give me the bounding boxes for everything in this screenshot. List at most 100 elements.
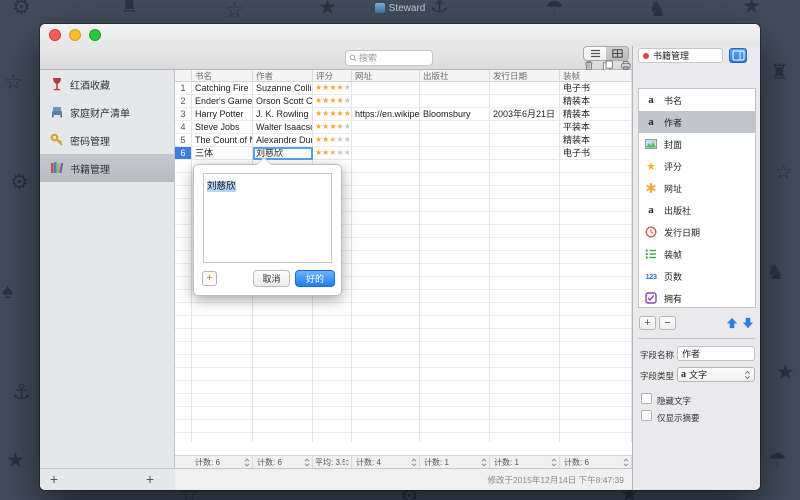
table-row[interactable]: 3 Harry Potter J. K. Rowling ★★★★★ https…: [175, 108, 632, 121]
close-button[interactable]: [49, 29, 61, 41]
cell-author[interactable]: Walter Isaacson: [253, 121, 313, 134]
cell-title[interactable]: Harry Potter: [192, 108, 253, 121]
search-input[interactable]: [359, 53, 429, 63]
cell-publisher[interactable]: Bloomsbury: [420, 108, 490, 121]
summary-stepper-icon[interactable]: [481, 458, 487, 467]
cell-binding[interactable]: 精装本: [560, 95, 632, 108]
cell-rating[interactable]: ★★★★★: [313, 95, 352, 108]
table-row-selected[interactable]: 6 三体 刘慈欣 ★★★★★ 电子书: [175, 147, 632, 160]
cell-binding[interactable]: 电子书: [560, 147, 632, 160]
row-number[interactable]: 2: [175, 95, 192, 108]
cell-title[interactable]: The Count of Monte...: [192, 134, 253, 147]
add-record-button[interactable]: [142, 471, 158, 487]
row-number[interactable]: 1: [175, 82, 192, 95]
cell-publisher[interactable]: [420, 95, 490, 108]
cell-publisher[interactable]: [420, 147, 490, 160]
cell-title[interactable]: Steve Jobs: [192, 121, 253, 134]
row-number[interactable]: 3: [175, 108, 192, 121]
zoom-button[interactable]: [89, 29, 101, 41]
cell-rating[interactable]: ★★★★★: [313, 108, 352, 121]
cell-date[interactable]: 2003年6月21日: [490, 108, 560, 121]
add-collection-button[interactable]: [46, 471, 62, 487]
header-title[interactable]: 书名: [192, 70, 253, 81]
summary-stepper-icon[interactable]: [551, 458, 557, 467]
cell-author[interactable]: J. K. Rowling: [253, 108, 313, 121]
cell-binding[interactable]: 电子书: [560, 82, 632, 95]
field-row-publisher[interactable]: a 出版社: [639, 199, 755, 221]
cell-publisher[interactable]: [420, 82, 490, 95]
cell-date[interactable]: [490, 121, 560, 134]
move-field-down-button[interactable]: [741, 316, 754, 330]
ok-button[interactable]: 好的: [295, 270, 335, 287]
popover-add-button[interactable]: [202, 271, 217, 286]
cell-author[interactable]: Orson Scott Card: [253, 95, 313, 108]
summary-stepper-icon[interactable]: [623, 458, 629, 467]
cell-url[interactable]: [352, 121, 420, 134]
field-name-input[interactable]: [677, 346, 755, 361]
header-url[interactable]: 网址: [352, 70, 420, 81]
cell-date[interactable]: [490, 95, 560, 108]
field-row-author[interactable]: a 作者: [639, 111, 755, 133]
cell-title[interactable]: Catching Fire: [192, 82, 253, 95]
cell-author[interactable]: Suzanne Collins: [253, 82, 313, 95]
cell-rating[interactable]: ★★★★★: [313, 147, 352, 160]
background-window-titlebar[interactable]: Steward: [0, 1, 800, 15]
field-row-url[interactable]: 网址: [639, 177, 755, 199]
sidebar-item-books[interactable]: 书籍管理: [40, 154, 174, 182]
field-row-rating[interactable]: 评分: [639, 155, 755, 177]
summary-only-checkbox[interactable]: [641, 410, 652, 421]
header-date[interactable]: 发行日期: [490, 70, 560, 81]
summary-stepper-icon[interactable]: [304, 458, 310, 467]
inspector-toggle-button[interactable]: [729, 48, 747, 63]
move-field-up-button[interactable]: [725, 316, 738, 330]
summary-stepper-icon[interactable]: [411, 458, 417, 467]
row-number[interactable]: 4: [175, 121, 192, 134]
cell-url[interactable]: [352, 147, 420, 160]
sidebar-item-wine-collection[interactable]: 红酒收藏: [40, 70, 174, 98]
cell-publisher[interactable]: [420, 134, 490, 147]
cell-title[interactable]: 三体: [192, 147, 253, 160]
cell-rating[interactable]: ★★★★★: [313, 82, 352, 95]
table-row[interactable]: 2 Ender's Game Orson Scott Card ★★★★★ 精装…: [175, 95, 632, 108]
window-titlebar[interactable]: [40, 24, 760, 46]
summary-stepper-icon[interactable]: [345, 458, 349, 467]
minimize-button[interactable]: [69, 29, 81, 41]
summary-stepper-icon[interactable]: [244, 458, 250, 467]
header-publisher[interactable]: 出版社: [420, 70, 490, 81]
hide-text-checkbox[interactable]: [641, 393, 652, 404]
table-row[interactable]: 1 Catching Fire Suzanne Collins ★★★★★ 电子…: [175, 82, 632, 95]
cell-title[interactable]: Ender's Game: [192, 95, 253, 108]
sidebar-item-home-inventory[interactable]: 家庭财产清单: [40, 98, 174, 126]
header-rating[interactable]: 评分: [313, 70, 352, 81]
search-field[interactable]: [345, 50, 433, 66]
row-number[interactable]: 6: [175, 147, 192, 160]
cell-date[interactable]: [490, 134, 560, 147]
cell-binding[interactable]: 精装本: [560, 108, 632, 121]
table-row[interactable]: 4 Steve Jobs Walter Isaacson ★★★★★ 平装本: [175, 121, 632, 134]
header-binding[interactable]: 装帧: [560, 70, 632, 81]
field-row-cover[interactable]: 封面: [639, 133, 755, 155]
cell-date[interactable]: [490, 82, 560, 95]
field-type-popup[interactable]: a 文字: [677, 367, 755, 382]
field-row-owned[interactable]: 拥有: [639, 287, 755, 308]
cell-publisher[interactable]: [420, 121, 490, 134]
cell-binding[interactable]: 平装本: [560, 121, 632, 134]
field-row-pages[interactable]: 123 页数: [639, 265, 755, 287]
collection-name-field[interactable]: 书籍管理: [638, 48, 723, 63]
cell-author[interactable]: Alexandre Dumas, Au...: [253, 134, 313, 147]
cell-binding[interactable]: 精装本: [560, 134, 632, 147]
cell-url[interactable]: [352, 134, 420, 147]
field-row-title[interactable]: a 书名: [639, 89, 755, 111]
remove-field-button[interactable]: [659, 316, 676, 330]
cell-url[interactable]: [352, 95, 420, 108]
cell-rating[interactable]: ★★★★★: [313, 121, 352, 134]
popover-text-area[interactable]: 刘慈欣: [203, 173, 332, 263]
popover-selected-text[interactable]: 刘慈欣: [207, 181, 236, 192]
row-number[interactable]: 5: [175, 134, 192, 147]
cell-url[interactable]: [352, 82, 420, 95]
field-row-binding[interactable]: 装帧: [639, 243, 755, 265]
cancel-button[interactable]: 取消: [253, 270, 290, 287]
add-field-button[interactable]: [639, 316, 656, 330]
table-row[interactable]: 5 The Count of Monte... Alexandre Dumas,…: [175, 134, 632, 147]
cell-rating[interactable]: ★★★★★: [313, 134, 352, 147]
